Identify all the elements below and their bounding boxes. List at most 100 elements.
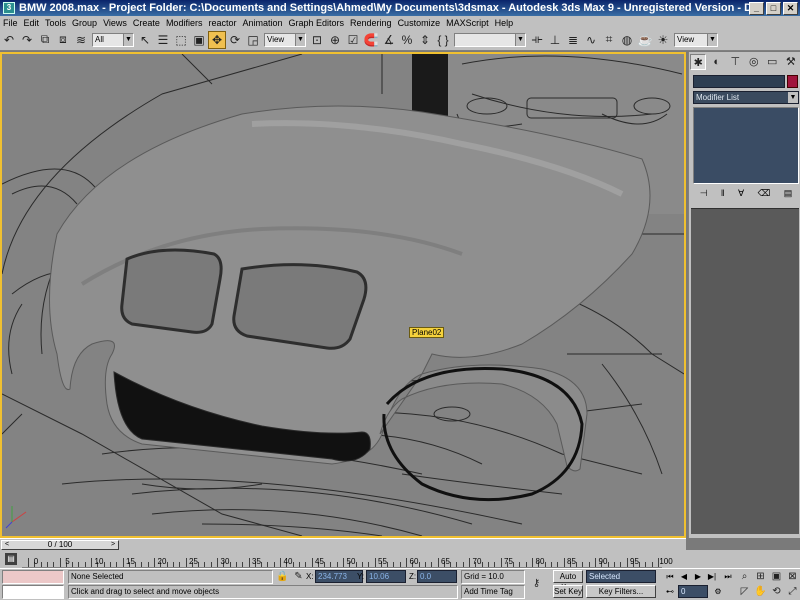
time-slider-thumb[interactable]: < 0 / 100 > <box>1 540 119 550</box>
arc-rotate-icon[interactable]: ⟲ <box>770 585 783 598</box>
menu-modifiers[interactable]: Modifiers <box>163 18 206 28</box>
select-and-link-icon[interactable]: ⧉ <box>36 31 54 49</box>
prev-frame-arrow[interactable]: < <box>3 541 11 549</box>
menu-create[interactable]: Create <box>130 18 163 28</box>
render-scene-icon[interactable]: ☕ <box>636 31 654 49</box>
snaps-toggle-icon[interactable]: 🧲 <box>362 31 380 49</box>
set-key-button[interactable]: Set Key <box>553 585 583 598</box>
time-configuration-icon[interactable]: ⚙ <box>712 586 724 598</box>
configure-modifier-sets-icon[interactable]: ▤ <box>784 188 793 202</box>
zoom-all-icon[interactable]: ⊞ <box>754 570 767 583</box>
selection-filter-select[interactable]: All ▼ <box>92 32 134 47</box>
show-end-result-icon[interactable]: ‖ <box>721 188 725 202</box>
absolute-mode-icon[interactable]: ✎ <box>292 570 305 583</box>
menu-file[interactable]: File <box>0 18 21 28</box>
zoom-icon[interactable]: ⌕ <box>738 570 751 583</box>
pin-stack-icon[interactable]: ⊣ <box>700 188 708 202</box>
angle-snap-icon[interactable]: ∡ <box>380 31 398 49</box>
spinner-snap-icon[interactable]: ⇕ <box>416 31 434 49</box>
maximize-viewport-icon[interactable]: ⤢ <box>786 585 799 598</box>
zoom-extents-all-icon[interactable]: ⊠ <box>786 570 799 583</box>
z-coordinate-field[interactable]: 0.0 <box>417 570 457 583</box>
add-time-tag[interactable]: Add Time Tag <box>461 585 525 599</box>
key-mode-toggle-icon[interactable]: ⊷ <box>664 586 676 598</box>
render-type-select[interactable]: View ▼ <box>674 32 718 47</box>
previous-frame-icon[interactable]: ◀ <box>678 571 690 583</box>
menu-rendering[interactable]: Rendering <box>347 18 395 28</box>
pivot-center-icon[interactable]: ⊡ <box>308 31 326 49</box>
menu-animation[interactable]: Animation <box>239 18 285 28</box>
key-icon[interactable]: ⚷ <box>530 577 543 590</box>
time-slider[interactable]: < 0 / 100 > <box>0 538 686 550</box>
mirror-icon[interactable]: ⟛ <box>528 31 546 49</box>
maxscript-input[interactable] <box>2 585 64 599</box>
maximize-button[interactable]: □ <box>766 1 781 15</box>
create-tab-icon[interactable]: ✱ <box>690 54 707 70</box>
track-bar[interactable]: ▤ 0 5 10 15 20 25 30 35 40 45 50 55 60 65 70 75 80 85 90 95… <box>0 550 686 568</box>
redo-icon[interactable]: ↷ <box>18 31 36 49</box>
modifier-stack[interactable] <box>693 107 799 184</box>
y-coordinate-field[interactable]: 10.06 <box>366 570 406 583</box>
window-crossing-icon[interactable]: ▣ <box>190 31 208 49</box>
auto-key-button[interactable]: Auto Key <box>553 570 583 592</box>
select-and-rotate-icon[interactable]: ⟳ <box>226 31 244 49</box>
menu-group[interactable]: Group <box>69 18 100 28</box>
menu-customize[interactable]: Customize <box>395 18 444 28</box>
select-object-icon[interactable]: ↖ <box>136 31 154 49</box>
minimize-button[interactable]: _ <box>749 1 764 15</box>
select-and-move-icon[interactable]: ✥ <box>208 30 226 49</box>
edit-named-selection-icon[interactable]: { } <box>434 31 452 49</box>
current-frame-field[interactable]: 0 <box>678 585 708 598</box>
menu-maxscript[interactable]: MAXScript <box>443 18 492 28</box>
key-mode-select[interactable]: Selected <box>586 570 656 583</box>
x-coordinate-field[interactable]: 234.773 <box>315 570 363 583</box>
next-frame-icon[interactable]: ▶| <box>706 571 718 583</box>
zoom-extents-icon[interactable]: ▣ <box>770 570 783 583</box>
material-editor-icon[interactable]: ◍ <box>618 31 636 49</box>
align-icon[interactable]: ⊥ <box>546 31 564 49</box>
keyboard-shortcut-override-icon[interactable]: ☑ <box>344 31 362 49</box>
maxscript-listener[interactable] <box>2 570 64 584</box>
field-of-view-icon[interactable]: ◸ <box>738 585 751 598</box>
perspective-viewport[interactable]: Plane02 <box>0 52 686 538</box>
menu-tools[interactable]: Tools <box>42 18 69 28</box>
utilities-tab-icon[interactable]: ⚒ <box>783 54 799 70</box>
key-filters-button[interactable]: Key Filters... <box>586 585 656 598</box>
menu-help[interactable]: Help <box>492 18 517 28</box>
reference-coordinate-select[interactable]: View ▼ <box>264 32 306 47</box>
modifier-list-select[interactable]: Modifier List ▼ <box>693 91 799 104</box>
next-frame-arrow[interactable]: > <box>109 541 117 549</box>
named-selection-sets-select[interactable]: ▼ <box>454 32 526 47</box>
rectangular-selection-icon[interactable]: ⬚ <box>172 31 190 49</box>
menu-graph-editors[interactable]: Graph Editors <box>286 18 348 28</box>
hierarchy-tab-icon[interactable]: ⊤ <box>727 54 743 70</box>
object-color-swatch[interactable] <box>787 75 798 88</box>
go-to-start-icon[interactable]: ⏮ <box>664 571 676 583</box>
select-and-scale-icon[interactable]: ◲ <box>244 31 262 49</box>
display-tab-icon[interactable]: ▭ <box>764 54 780 70</box>
object-name-field[interactable] <box>693 75 785 88</box>
pan-view-icon[interactable]: ✋ <box>754 585 767 598</box>
quick-render-icon[interactable]: ☀ <box>654 31 672 49</box>
percent-snap-icon[interactable]: % <box>398 31 416 49</box>
go-to-end-icon[interactable]: ⏭ <box>722 571 734 583</box>
bind-space-warp-icon[interactable]: ≋ <box>72 31 90 49</box>
select-and-manipulate-icon[interactable]: ⊕ <box>326 31 344 49</box>
unlink-icon[interactable]: ⧈ <box>54 31 72 49</box>
close-button[interactable]: ✕ <box>783 1 798 15</box>
track-bar-ruler[interactable]: 0 5 10 15 20 25 30 35 40 45 50 55 60 65 70 75 80 85 90 95 10… <box>22 550 673 568</box>
menu-views[interactable]: Views <box>100 18 130 28</box>
undo-icon[interactable]: ↶ <box>0 31 18 49</box>
layer-manager-icon[interactable]: ≣ <box>564 31 582 49</box>
lock-selection-icon[interactable]: 🔒 <box>276 570 289 583</box>
make-unique-icon[interactable]: ∀ <box>738 188 744 202</box>
play-icon[interactable]: ▶ <box>692 571 704 583</box>
curve-editor-icon[interactable]: ∿ <box>582 31 600 49</box>
select-by-name-icon[interactable]: ☰ <box>154 31 172 49</box>
motion-tab-icon[interactable]: ◎ <box>746 54 762 70</box>
modify-tab-icon[interactable]: ◐ <box>709 54 725 70</box>
remove-modifier-icon[interactable]: ⌫ <box>758 188 771 202</box>
menu-reactor[interactable]: reactor <box>205 18 239 28</box>
menu-edit[interactable]: Edit <box>21 18 43 28</box>
mini-curve-editor-icon[interactable]: ▤ <box>5 553 17 565</box>
